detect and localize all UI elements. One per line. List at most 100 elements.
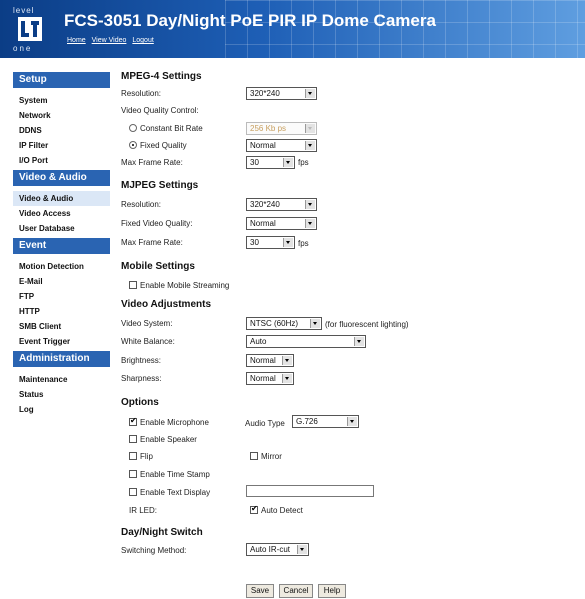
video-system-note: (for fluorescent lighting) (325, 320, 409, 329)
video-adjustments-heading: Video Adjustments (121, 299, 212, 310)
white-balance-select[interactable]: Auto (246, 335, 366, 348)
auto-detect-label: Auto Detect (261, 506, 303, 515)
flip-checkbox[interactable] (129, 452, 137, 460)
mjpeg-quality-label: Fixed Video Quality: (121, 219, 193, 228)
fixed-quality-label: Fixed Quality (140, 141, 187, 150)
sidebar-item-video-access[interactable]: Video Access (13, 206, 110, 221)
mjpeg-resolution-select[interactable]: 320*240 (246, 198, 317, 211)
options-heading: Options (121, 397, 159, 408)
mobile-heading: Mobile Settings (121, 261, 195, 272)
brightness-value: Normal (250, 356, 276, 365)
speaker-label: Enable Speaker (140, 435, 197, 444)
cbr-radio[interactable] (129, 124, 137, 132)
microphone-label: Enable Microphone (140, 418, 209, 427)
mpeg4-resolution-value: 320*240 (250, 89, 280, 98)
chevron-down-icon (305, 141, 315, 150)
video-system-value: NTSC (60Hz) (250, 319, 299, 328)
timestamp-label: Enable Time Stamp (140, 470, 210, 479)
logo-bottom-text: one (13, 44, 33, 53)
video-system-select[interactable]: NTSC (60Hz) (246, 317, 322, 330)
sidebar-item-status[interactable]: Status (13, 387, 110, 402)
mirror-label: Mirror (261, 452, 282, 461)
sidebar-item-user-database[interactable]: User Database (13, 221, 110, 236)
sharpness-label: Sharpness: (121, 374, 162, 383)
chevron-down-icon (347, 417, 357, 426)
chevron-down-icon (305, 200, 315, 209)
cbr-select[interactable]: 256 Kb ps (246, 122, 317, 135)
mjpeg-resolution-value: 320*240 (250, 200, 280, 209)
speaker-checkbox[interactable] (129, 435, 137, 443)
mjpeg-heading: MJPEG Settings (121, 180, 199, 191)
logo-top-text: level (13, 6, 35, 15)
mpeg4-heading: MPEG-4 Settings (121, 71, 202, 82)
audio-type-select[interactable]: G.726 (292, 415, 359, 428)
auto-detect-checkbox[interactable] (250, 504, 258, 514)
mobile-streaming-checkbox[interactable] (129, 281, 137, 289)
levelone-logo: level one (9, 6, 53, 53)
sidebar-item-io-port[interactable]: I/O Port (13, 153, 110, 168)
sidebar-item-ddns[interactable]: DDNS (13, 123, 110, 138)
sidebar-item-video-audio[interactable]: Video & Audio (13, 191, 110, 206)
sidebar-item-network[interactable]: Network (13, 108, 110, 123)
sidebar-item-maintenance[interactable]: Maintenance (13, 372, 110, 387)
chevron-down-icon (354, 337, 364, 346)
chevron-down-icon (297, 545, 307, 554)
text-display-label: Enable Text Display (140, 488, 211, 497)
white-balance-value: Auto (250, 337, 267, 346)
cbr-label: Constant Bit Rate (140, 124, 203, 133)
sidebar-item-ip-filter[interactable]: IP Filter (13, 138, 110, 153)
sidebar-item-email[interactable]: E-Mail (13, 274, 110, 289)
switching-method-value: Auto IR-cut (250, 545, 291, 554)
sidebar-item-ftp[interactable]: FTP (13, 289, 110, 304)
sidebar-item-log[interactable]: Log (13, 402, 110, 417)
sharpness-value: Normal (250, 374, 276, 383)
sidebar-item-http[interactable]: HTTP (13, 304, 110, 319)
mjpeg-framerate-select[interactable]: 30 (246, 236, 295, 249)
switching-method-select[interactable]: Auto IR-cut (246, 543, 309, 556)
brightness-select[interactable]: Normal (246, 354, 294, 367)
flip-label: Flip (140, 452, 153, 461)
audio-type-label: Audio Type (245, 419, 285, 428)
fixed-quality-select[interactable]: Normal (246, 139, 317, 152)
chevron-down-icon (283, 158, 293, 167)
sidebar-item-system[interactable]: System (13, 93, 110, 108)
mjpeg-resolution-label: Resolution: (121, 200, 162, 209)
chevron-down-icon (305, 89, 315, 98)
sidebar-heading-event: Event (13, 238, 110, 254)
mjpeg-fps-label: fps (298, 239, 309, 248)
mirror-checkbox[interactable] (250, 452, 258, 460)
chevron-down-icon (282, 356, 292, 365)
mpeg4-framerate-label: Max Frame Rate: (121, 158, 183, 167)
sidebar-heading-video-audio: Video & Audio (13, 170, 110, 186)
mpeg4-resolution-select[interactable]: 320*240 (246, 87, 317, 100)
mjpeg-framerate-value: 30 (250, 238, 259, 247)
sidebar-item-smb-client[interactable]: SMB Client (13, 319, 110, 334)
microphone-checkbox[interactable] (129, 416, 137, 426)
cancel-button[interactable]: Cancel (279, 584, 313, 598)
help-button[interactable]: Help (318, 584, 346, 598)
sidebar-item-motion-detection[interactable]: Motion Detection (13, 259, 110, 274)
save-button[interactable]: Save (246, 584, 274, 598)
sharpness-select[interactable]: Normal (246, 372, 294, 385)
home-link[interactable]: Home (67, 37, 86, 44)
chevron-down-icon (282, 374, 292, 383)
logo-mark (18, 17, 42, 41)
cbr-value: 256 Kb ps (250, 124, 287, 133)
mpeg4-framerate-value: 30 (250, 158, 259, 167)
text-display-checkbox[interactable] (129, 488, 137, 496)
sidebar: Setup System Network DDNS IP Filter I/O … (13, 72, 110, 417)
fixed-quality-value: Normal (250, 141, 276, 150)
text-display-input[interactable] (246, 485, 374, 497)
main-form: MPEG-4 Settings Resolution: 320*240 Vide… (121, 0, 581, 599)
switching-method-label: Switching Method: (121, 546, 187, 555)
mjpeg-quality-value: Normal (250, 219, 276, 228)
mjpeg-quality-select[interactable]: Normal (246, 217, 317, 230)
video-quality-control-label: Video Quality Control: (121, 106, 199, 115)
video-system-label: Video System: (121, 319, 173, 328)
timestamp-checkbox[interactable] (129, 470, 137, 478)
white-balance-label: White Balance: (121, 337, 175, 346)
fixed-quality-radio[interactable] (129, 141, 137, 149)
sidebar-heading-administration: Administration (13, 351, 110, 367)
mpeg4-framerate-select[interactable]: 30 (246, 156, 295, 169)
sidebar-item-event-trigger[interactable]: Event Trigger (13, 334, 110, 349)
